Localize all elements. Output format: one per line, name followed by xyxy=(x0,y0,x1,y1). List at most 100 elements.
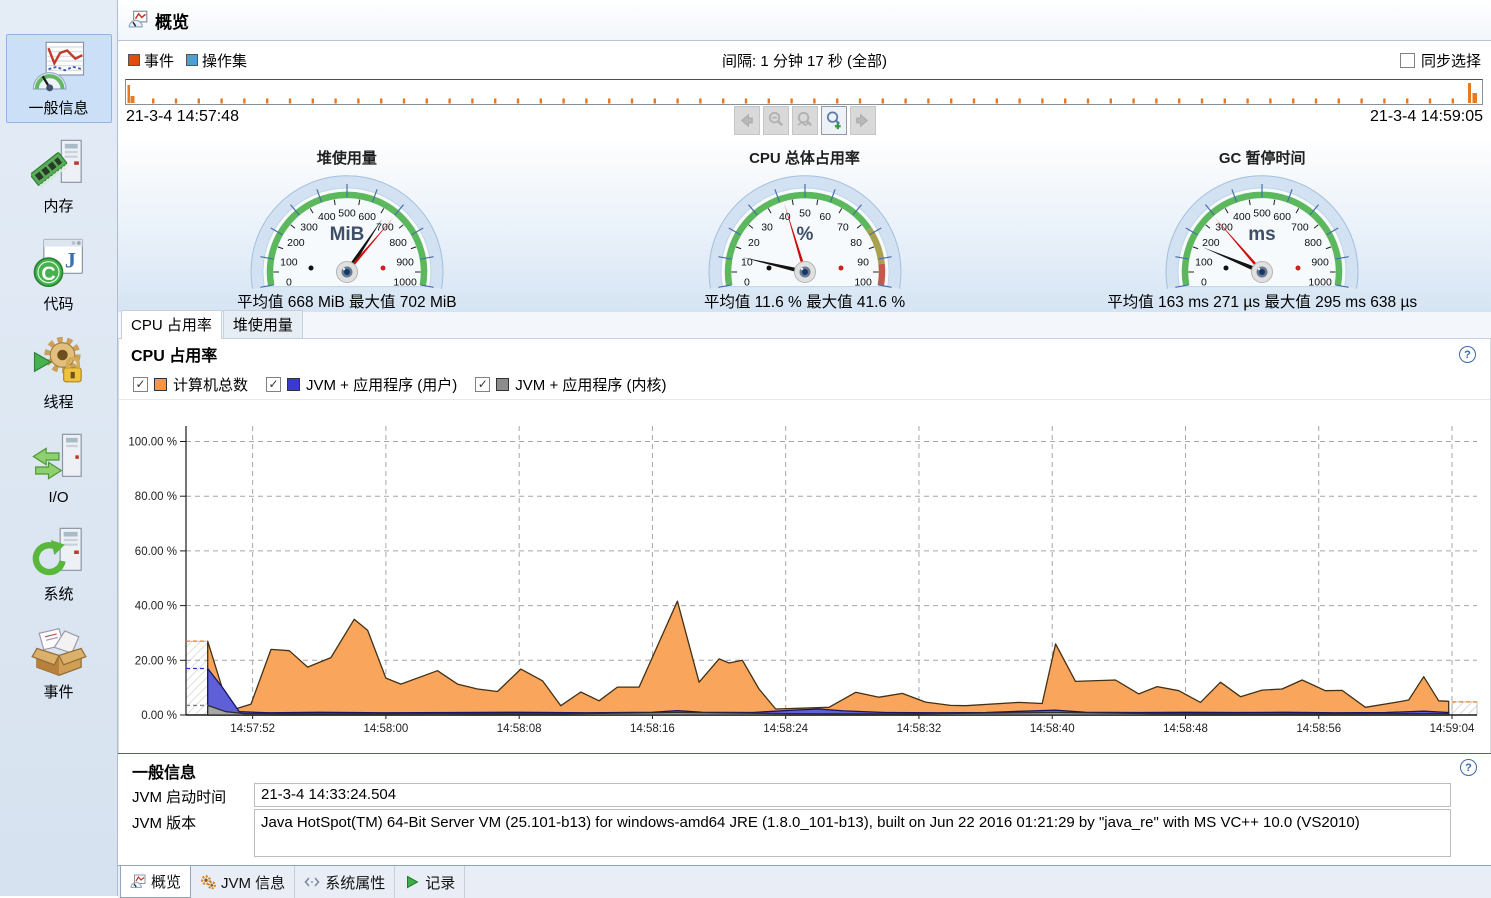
legend-swatch-icon xyxy=(186,54,199,66)
svg-text:14:58:48: 14:58:48 xyxy=(1163,723,1208,735)
info-row-value[interactable]: 21-3-4 14:33:24.504 xyxy=(254,783,1451,807)
heap-gauge: 01002003004005006007008009001000MiB xyxy=(250,175,444,289)
sidebar-item-label: 代码 xyxy=(43,296,74,313)
svg-text:200: 200 xyxy=(287,237,305,249)
jvm-info-icon xyxy=(200,874,216,890)
gauges-row: 堆使用量01002003004005006007008009001000MiB平… xyxy=(118,140,1491,312)
svg-text:0: 0 xyxy=(743,277,749,289)
svg-text:20.00 %: 20.00 % xyxy=(135,655,177,667)
series-label: JVM + 应用程序 (内核) xyxy=(515,376,667,394)
general-info-icon xyxy=(31,40,87,96)
svg-text:100: 100 xyxy=(1195,256,1213,268)
general-info-title: 一般信息 xyxy=(132,764,197,782)
heap-gauge-stats: 平均值 668 MiB 最大值 702 MiB xyxy=(237,294,457,311)
legend-label: 操作集 xyxy=(202,52,248,70)
sync-selection-checkbox[interactable] xyxy=(1399,52,1415,68)
series-checkbox[interactable]: ✓ xyxy=(266,376,282,392)
series-toggle-0[interactable]: ✓ 计算机总数 xyxy=(133,374,248,395)
svg-text:700: 700 xyxy=(1291,221,1309,233)
bottom-tab-3[interactable]: 记录 xyxy=(395,866,466,898)
svg-text:0: 0 xyxy=(1201,277,1207,289)
previous-button[interactable] xyxy=(733,106,760,135)
sidebar-item-memory[interactable]: 内存 xyxy=(6,132,112,221)
svg-text:800: 800 xyxy=(1305,237,1323,249)
svg-text:500: 500 xyxy=(1253,208,1271,220)
cpu-gauge-block: CPU 总体占用率 0 10 20 30 40 50 60 70 80 90 100% 平均值 11.6… xyxy=(576,140,1034,312)
svg-text:14:59:04: 14:59:04 xyxy=(1430,723,1475,735)
info-row-label: JVM 版本 xyxy=(132,815,197,832)
svg-text:20: 20 xyxy=(748,237,760,249)
sidebar-item-io[interactable]: I/O xyxy=(6,426,112,511)
sidebar-item-events[interactable]: 事件 xyxy=(6,618,112,707)
svg-text:0.00 %: 0.00 % xyxy=(141,710,177,722)
arrow-left-icon xyxy=(736,109,757,132)
svg-text:14:58:40: 14:58:40 xyxy=(1030,723,1075,735)
info-row-label: JVM 启动时间 xyxy=(132,789,227,806)
svg-text:60: 60 xyxy=(819,211,831,223)
sidebar-item-general-info[interactable]: 一般信息 xyxy=(5,34,112,123)
svg-text:500: 500 xyxy=(338,208,356,220)
svg-text:50: 50 xyxy=(799,208,811,220)
cpu-section-title: CPU 占用率 xyxy=(131,348,218,365)
help-icon[interactable]: ? xyxy=(1459,346,1476,363)
interval-label: 间隔: 1 分钟 17 秒 (全部) xyxy=(721,52,888,70)
svg-text:10: 10 xyxy=(741,256,753,268)
next-button[interactable] xyxy=(849,106,876,135)
sidebar-item-system[interactable]: 系统 xyxy=(6,520,112,609)
zoom-selection-button[interactable] xyxy=(791,106,818,135)
svg-text:C: C xyxy=(41,263,55,285)
series-checkbox[interactable]: ✓ xyxy=(475,376,491,392)
gc-gauge-title: GC 暂停时间 xyxy=(1218,150,1306,167)
time-row: 21-3-4 14:57:48 21-3-4 14:59:05 xyxy=(118,106,1491,140)
svg-text:300: 300 xyxy=(1215,221,1233,233)
svg-text:100.00 %: 100.00 % xyxy=(128,437,177,449)
timeline-legend-item: 操作集 xyxy=(186,50,247,71)
info-rows: JVM 启动时间 21-3-4 14:33:24.504 JVM 版本 Java Ho… xyxy=(132,783,1477,857)
chart-area: 0.00 % 20.00 % 40.00 % 60.00 % 80.00 % 100.00… xyxy=(119,400,1490,746)
cpu-gauge-title: CPU 总体占用率 xyxy=(749,150,860,167)
svg-text:70: 70 xyxy=(837,221,849,233)
series-swatch-icon xyxy=(154,377,167,391)
timeline-legend: 事件 操作集 xyxy=(128,50,247,71)
bottom-tab-1[interactable]: JVM 信息 xyxy=(191,866,296,898)
system-icon xyxy=(31,526,87,582)
tab-cpu-usage[interactable]: CPU 占用率 xyxy=(121,310,222,339)
code-icon: JC xyxy=(31,236,87,292)
svg-text:J: J xyxy=(64,248,75,273)
bottom-tab-0[interactable]: 概览 xyxy=(120,866,192,898)
cpu-usage-chart[interactable]: 0.00 % 20.00 % 40.00 % 60.00 % 80.00 % 100.00… xyxy=(119,400,1490,746)
series-toggle-2[interactable]: ✓ JVM + 应用程序 (内核) xyxy=(475,374,667,395)
timeline-legend-item: 事件 xyxy=(128,50,174,71)
timeline-wrap xyxy=(118,79,1491,106)
sidebar-item-label: I/O xyxy=(48,489,69,506)
timeline-track[interactable] xyxy=(125,79,1483,105)
info-row-value[interactable]: Java HotSpot(TM) 64-Bit Server VM (25.10… xyxy=(254,809,1451,857)
overview-icon xyxy=(130,874,146,890)
bottom-tab-label: 记录 xyxy=(425,874,456,892)
cpu-gauge: 010203040 50 60708090100% xyxy=(708,175,901,289)
event-density-strip xyxy=(127,83,1477,104)
zoom-out-button[interactable] xyxy=(762,106,789,135)
svg-text:800: 800 xyxy=(389,237,407,249)
heap-gauge-block: 堆使用量01002003004005006007008009001000MiB平… xyxy=(118,140,576,312)
general-info-section: 一般信息 ? JVM 启动时间 21-3-4 14:33:24.504 JVM 版本… xyxy=(118,753,1491,865)
svg-text:600: 600 xyxy=(358,211,376,223)
tab-heap-usage[interactable]: 堆使用量 xyxy=(222,310,303,338)
svg-text:14:58:00: 14:58:00 xyxy=(364,723,409,735)
zoom-in-button[interactable] xyxy=(820,106,847,135)
help-icon[interactable]: ? xyxy=(1460,759,1477,776)
sidebar-item-threads[interactable]: 线程 xyxy=(6,328,112,417)
page-title: 概览 xyxy=(155,12,189,32)
series-checkbox[interactable]: ✓ xyxy=(133,376,148,392)
svg-text:100: 100 xyxy=(854,277,872,289)
svg-text:80.00 %: 80.00 % xyxy=(135,491,177,503)
gc-gauge-stats: 平均值 163 ms 271 µs 最大值 295 ms 638 µs xyxy=(1107,294,1418,311)
bottom-tab-2[interactable]: 系统属性 xyxy=(295,866,396,898)
svg-text:300: 300 xyxy=(300,221,318,233)
series-toggle-1[interactable]: ✓ JVM + 应用程序 (用户) xyxy=(266,374,457,395)
gc-gauge: 0 100 200 300400 500 600700 800 900 1000 ms xyxy=(1165,175,1359,289)
svg-text:%: % xyxy=(796,224,813,245)
sync-selection[interactable]: 同步选择 xyxy=(1399,50,1481,71)
svg-text:14:58:32: 14:58:32 xyxy=(897,723,942,735)
sidebar-item-code[interactable]: J C 代码 xyxy=(6,230,112,319)
